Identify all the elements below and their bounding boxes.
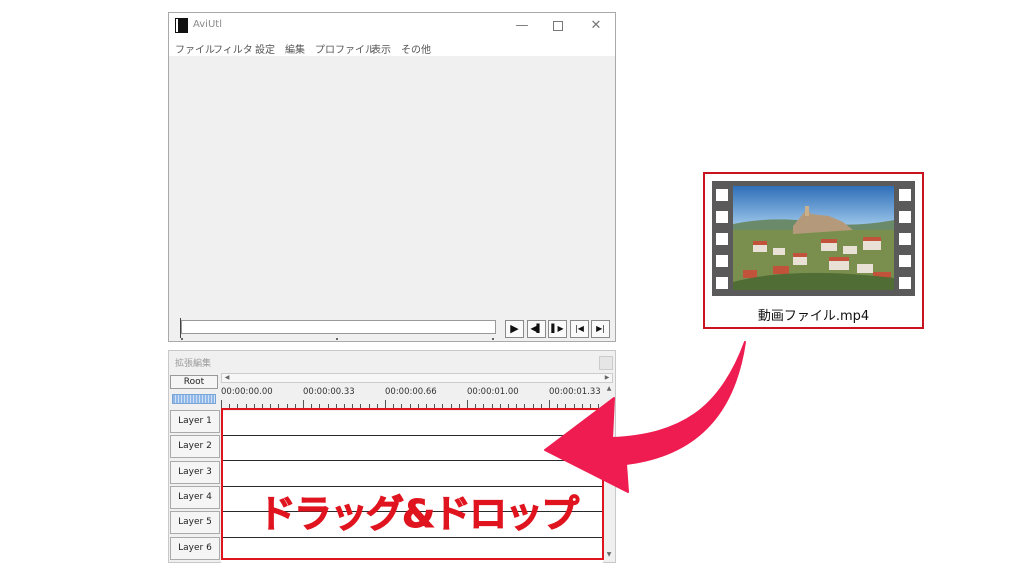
file-name: 動画ファイル.mp4 <box>757 309 870 324</box>
video-file-item[interactable]: 動画ファイル.mp4 <box>703 172 924 329</box>
video-thumbnail <box>733 186 894 290</box>
video-file-icon <box>712 181 915 296</box>
screenshot-stage: AviUtl — ✕ ファイル フィルタ 設定 編集 プロファイル 表示 その他… <box>0 0 1024 575</box>
